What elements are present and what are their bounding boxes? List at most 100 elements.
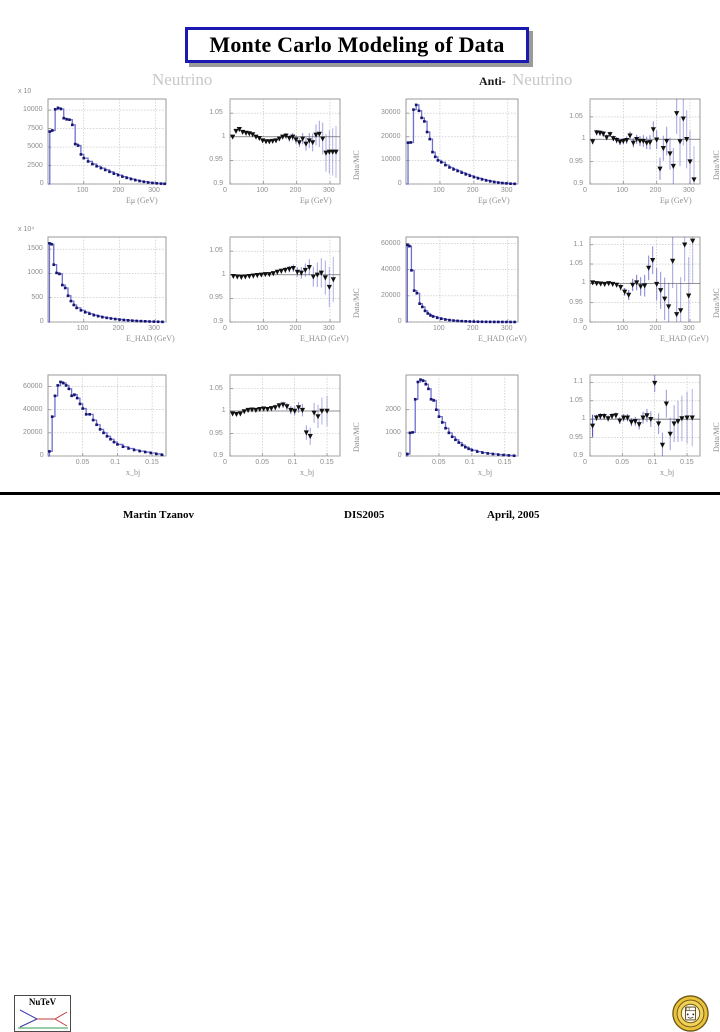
x-tick-label: 200 bbox=[289, 325, 302, 332]
x-tick-label: 200 bbox=[289, 187, 302, 194]
y-tick-label: 1.1 bbox=[573, 240, 584, 248]
x-axis-title: x_bj bbox=[300, 468, 315, 477]
x-axis-title: Eμ (GeV) bbox=[660, 196, 692, 205]
x-tick-label: 100 bbox=[432, 325, 445, 332]
y-tick-label: 10000 bbox=[381, 156, 401, 164]
y-tick-label: 0.95 bbox=[569, 157, 583, 165]
x-tick-label: 300 bbox=[148, 325, 160, 332]
y-tick-label: 20000 bbox=[23, 428, 43, 436]
x-axis-title: E_HAD (GeV) bbox=[300, 334, 349, 343]
plot-grid: 100 200 300 0 2500 5000 7500 10000 Eμ (GeV) x 10 0… bbox=[0, 80, 720, 488]
plot-anu-x-ratio: 0 0.05 0.1 0.15 0.9 0.95 1 1.05 1.1 x_bj Data/MC bbox=[556, 370, 720, 496]
axis-multiplier: x 10 bbox=[18, 88, 32, 95]
x-tick-label: 0.15 bbox=[497, 459, 512, 466]
x-axis-title: E_HAD (GeV) bbox=[126, 334, 175, 343]
x-tick-label: 200 bbox=[649, 187, 662, 194]
y-tick-label: 0.9 bbox=[213, 180, 224, 187]
y-tick-label: 0.95 bbox=[569, 298, 583, 306]
x-tick-label: 100 bbox=[256, 325, 269, 332]
x-tick-label: 300 bbox=[500, 187, 513, 194]
y-tick-label: 1 bbox=[221, 407, 226, 414]
y-tick-label: 0.9 bbox=[573, 318, 584, 325]
slide-footer: NuTeV Martin Tzanov DIS2005 April, 2005 bbox=[0, 495, 720, 1032]
y-tick-label: 0 bbox=[39, 452, 44, 459]
y-tick-label: 1.05 bbox=[569, 396, 583, 404]
y-tick-label: 1 bbox=[581, 415, 586, 423]
x-tick-label: 0 bbox=[223, 187, 227, 194]
plot-nu-emu-ratio: 0 100 200 300 0.9 0.95 1 1.05 Eμ (GeV) Data/MC bbox=[196, 94, 361, 224]
plot-nu-ehad-dist: 100 200 300 0 500 1000 1500 E_HAD (GeV) x 10⁴ bbox=[14, 226, 175, 362]
x-tick-label: 0.05 bbox=[255, 459, 269, 466]
y-tick-label: 60000 bbox=[381, 239, 401, 247]
x-tick-label: 0 bbox=[583, 187, 587, 194]
y-tick-label: 20000 bbox=[381, 132, 401, 140]
plot-anu-ehad-dist: 100 200 300 0 20000 40000 60000 E_HAD (GeV) bbox=[372, 232, 527, 362]
x-tick-label: 0.15 bbox=[145, 459, 159, 466]
y-tick-label: 1 bbox=[221, 270, 226, 278]
plot-nu-ehad-ratio: 0 100 200 300 0.9 0.95 1 1.05 E_HAD (GeV) Data/MC bbox=[196, 232, 361, 362]
x-tick-label: 300 bbox=[323, 187, 335, 194]
x-tick-label: 0.1 bbox=[110, 459, 121, 466]
plot-anu-ehad-ratio: 0 100 200 300 0.9 0.95 1 1.05 1.1 E_HAD (GeV) Data… bbox=[556, 232, 720, 362]
y-tick-label: 20000 bbox=[381, 291, 401, 299]
y-tick-label: 2000 bbox=[385, 405, 401, 413]
x-axis-title: Eμ (GeV) bbox=[300, 196, 332, 205]
x-tick-label: 200 bbox=[112, 187, 125, 194]
x-tick-label: 300 bbox=[683, 325, 695, 332]
plot-nu-emu-dist: 100 200 300 0 2500 5000 7500 10000 Eμ (GeV) x 10 bbox=[14, 88, 172, 224]
y-tick-label: 1.05 bbox=[209, 247, 223, 255]
x-tick-label: 200 bbox=[112, 325, 125, 332]
x-tick-label: 0.05 bbox=[75, 459, 90, 466]
x-axis-title: Eμ (GeV) bbox=[478, 196, 510, 205]
footer-author: Martin Tzanov bbox=[123, 509, 194, 521]
x-tick-label: 0.15 bbox=[680, 459, 694, 466]
y-tick-label: 0.95 bbox=[209, 429, 223, 437]
y-tick-label: 0 bbox=[397, 318, 402, 325]
plot-nu-x-ratio: 0 0.05 0.1 0.15 0.9 0.95 1 1.05 x_bj Data/MC bbox=[196, 370, 361, 496]
y-tick-label: 1 bbox=[221, 132, 226, 140]
x-tick-label: 0 bbox=[223, 459, 227, 466]
y-tick-label: 1.05 bbox=[569, 260, 583, 268]
axis-multiplier: x 10⁴ bbox=[18, 226, 35, 233]
y-tick-label: 0 bbox=[397, 180, 402, 187]
x-tick-label: 100 bbox=[256, 187, 269, 194]
x-axis-title: x_bj bbox=[478, 468, 493, 477]
y-tick-label: 30000 bbox=[381, 109, 401, 117]
y-tick-label: 500 bbox=[31, 293, 44, 301]
footer-conference: DIS2005 bbox=[344, 509, 385, 521]
x-tick-label: 0 bbox=[223, 325, 227, 332]
y-tick-label: 1500 bbox=[27, 245, 43, 253]
y-tick-label: 0 bbox=[39, 318, 44, 325]
y-tick-label: 1000 bbox=[27, 269, 43, 277]
x-tick-label: 100 bbox=[76, 187, 89, 194]
x-tick-label: 100 bbox=[76, 325, 89, 332]
y-tick-label: 2500 bbox=[27, 161, 43, 169]
y-tick-label: 1 bbox=[581, 135, 586, 143]
nutev-feynman-icon bbox=[18, 1009, 68, 1029]
x-tick-label: 100 bbox=[432, 187, 445, 194]
y-axis-title: Data/MC bbox=[352, 422, 361, 452]
x-tick-label: 200 bbox=[649, 325, 662, 332]
x-tick-label: 300 bbox=[500, 325, 513, 332]
y-tick-label: 1.1 bbox=[573, 378, 584, 386]
slide-root: Monte Carlo Modeling of Data Neutrino An… bbox=[0, 0, 720, 1032]
y-tick-label: 0.9 bbox=[213, 318, 224, 325]
x-axis-title: x_bj bbox=[660, 468, 675, 477]
y-axis-title: Data/MC bbox=[352, 150, 361, 180]
y-tick-label: 40000 bbox=[381, 265, 401, 273]
slide-title-box: Monte Carlo Modeling of Data bbox=[185, 27, 529, 63]
x-tick-label: 0.15 bbox=[320, 459, 334, 466]
plot-canvas-anu-ehad-dist bbox=[405, 236, 519, 324]
y-tick-label: 0 bbox=[397, 452, 402, 459]
nutev-logo: NuTeV bbox=[14, 995, 71, 1032]
y-tick-label: 0.9 bbox=[573, 180, 584, 187]
x-tick-label: 0.1 bbox=[647, 459, 658, 466]
plot-anu-emu-dist: 100 200 300 0 10000 20000 30000 Eμ (GeV) bbox=[372, 94, 524, 224]
y-tick-label: 1.05 bbox=[209, 384, 223, 392]
x-tick-label: 300 bbox=[683, 187, 695, 194]
plot-nu-x-dist: 0.05 0.1 0.15 0 20000 40000 60000 x_bj bbox=[14, 370, 172, 496]
x-tick-label: 300 bbox=[323, 325, 335, 332]
x-tick-label: 200 bbox=[466, 325, 479, 332]
x-tick-label: 100 bbox=[616, 325, 629, 332]
y-tick-label: 60000 bbox=[23, 382, 43, 390]
